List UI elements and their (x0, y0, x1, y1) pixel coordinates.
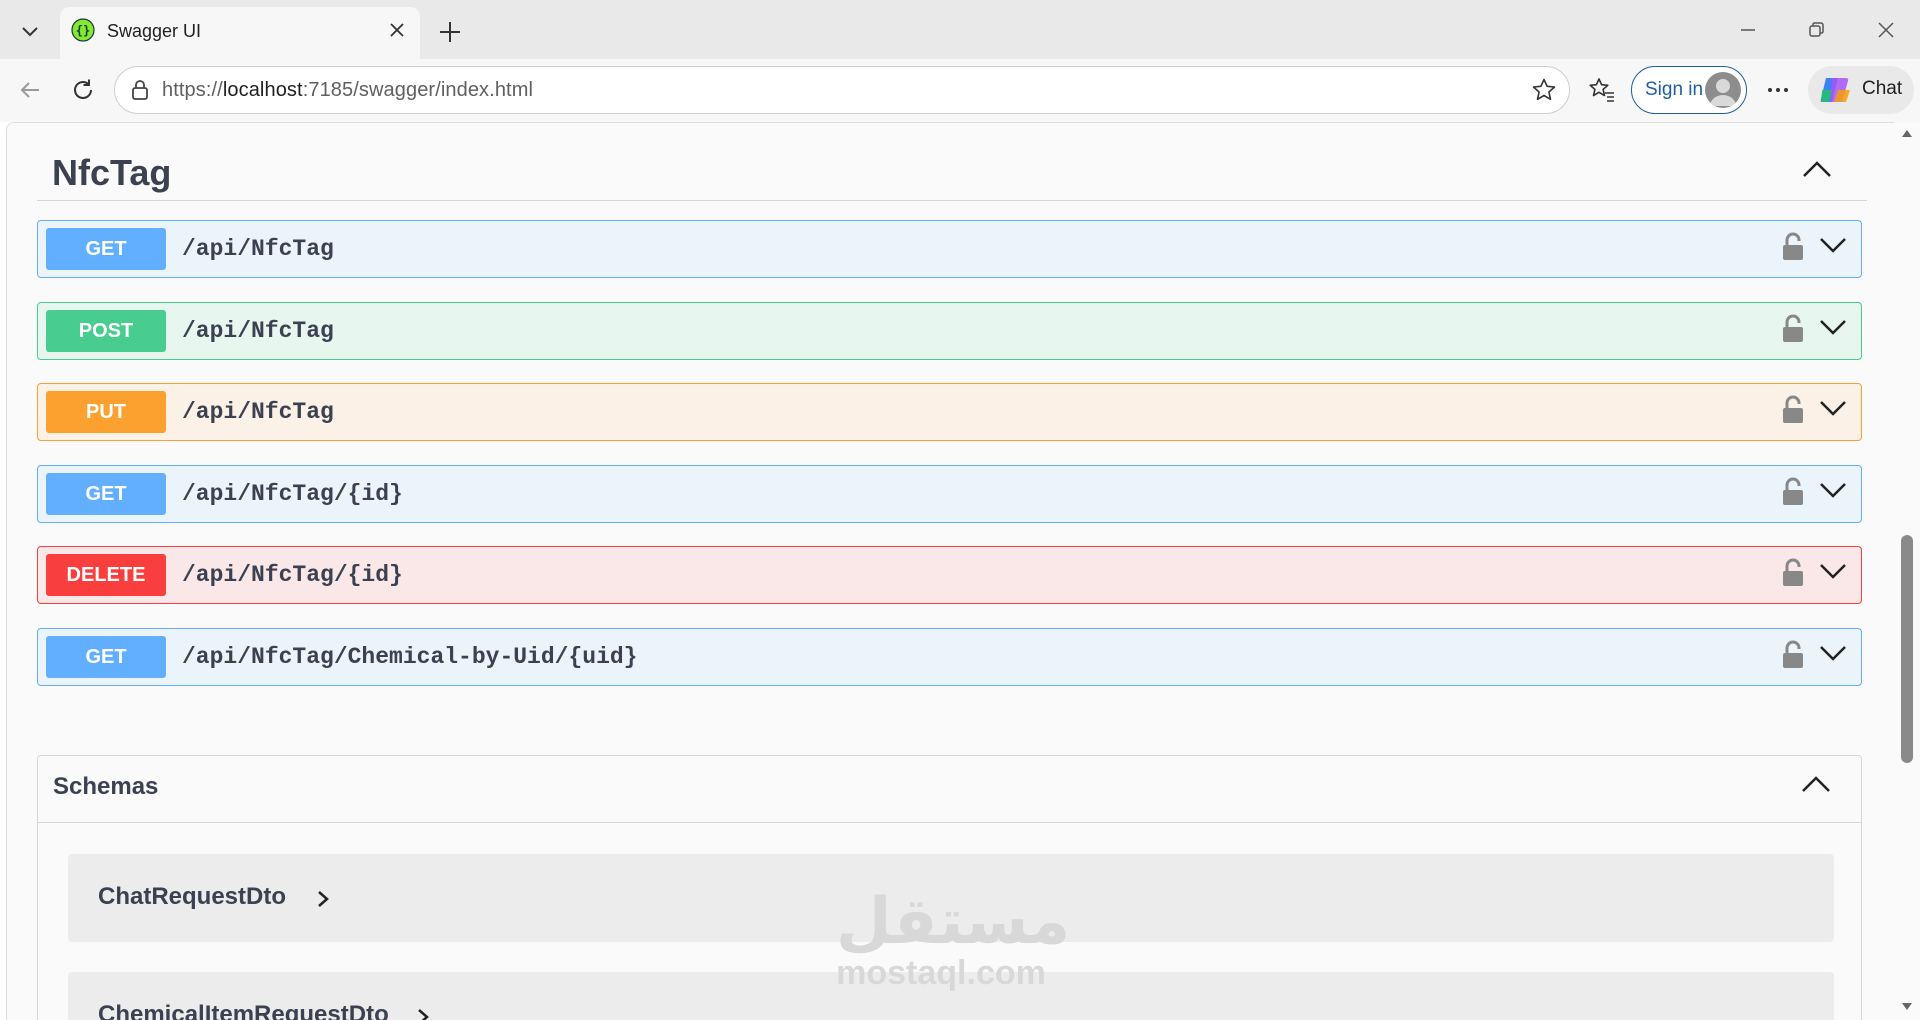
address-bar[interactable]: https://localhost:7185/swagger/index.htm… (114, 66, 1570, 114)
swagger-favicon-icon: {} (71, 18, 95, 42)
tag-section-title: NfcTag (52, 152, 172, 193)
chevron-up-icon[interactable] (1802, 159, 1832, 179)
reload-button[interactable] (63, 70, 103, 110)
avatar-icon (1705, 72, 1741, 108)
minimize-icon (1741, 29, 1755, 31)
watermark-arabic-text: مستقل (836, 885, 1071, 959)
page-scrollbar[interactable] (1894, 122, 1920, 1020)
method-badge: POST (46, 310, 166, 352)
sign-in-button[interactable]: Sign in (1631, 66, 1747, 114)
more-dots-icon (1768, 88, 1788, 92)
chat-label: Chat (1862, 78, 1903, 99)
method-badge: PUT (46, 391, 166, 433)
browser-toolbar: https://localhost:7185/swagger/index.htm… (0, 59, 1920, 122)
tag-section-header[interactable]: NfcTag (37, 143, 1867, 201)
chevron-down-icon[interactable] (1819, 643, 1847, 663)
chevron-down-icon[interactable] (1819, 235, 1847, 255)
unlocked-padlock-icon[interactable] (1781, 232, 1805, 262)
copilot-chat-button[interactable]: Chat (1808, 66, 1914, 114)
schemas-header[interactable]: Schemas (38, 756, 1861, 823)
close-tab-icon[interactable] (386, 19, 408, 41)
minimize-button[interactable] (1728, 12, 1768, 48)
tab-actions-menu-button[interactable] (8, 10, 52, 52)
copilot-icon (1820, 78, 1850, 102)
operation-path: /api/NfcTag (182, 399, 334, 425)
url-text[interactable]: https://localhost:7185/swagger/index.htm… (162, 79, 533, 102)
settings-more-button[interactable] (1758, 70, 1798, 110)
lock-icon[interactable] (129, 78, 151, 102)
unlocked-padlock-icon[interactable] (1781, 640, 1805, 670)
new-tab-button[interactable] (432, 14, 468, 50)
method-badge: DELETE (46, 554, 166, 596)
operation-path: /api/NfcTag (182, 236, 334, 262)
operation-get-nfctag-by-id[interactable]: GET /api/NfcTag/{id} (37, 465, 1862, 523)
chevron-right-icon[interactable] (416, 1007, 430, 1020)
arrow-left-icon (20, 82, 39, 98)
restore-button[interactable] (1796, 12, 1836, 48)
close-window-button[interactable] (1866, 12, 1906, 48)
chevron-down-icon (22, 27, 38, 37)
favorites-button[interactable] (1582, 70, 1622, 110)
scroll-down-arrow-icon[interactable] (1901, 1002, 1913, 1012)
operation-path: /api/NfcTag (182, 318, 334, 344)
tab-strip: {} Swagger UI (0, 0, 1920, 59)
chevron-down-icon[interactable] (1819, 561, 1847, 581)
watermark-latin-text: mostaql.com (836, 954, 1046, 992)
tab-title: Swagger UI (107, 21, 202, 41)
operation-path: /api/NfcTag/Chemical-by-Uid/{uid} (182, 644, 638, 670)
back-button[interactable] (10, 70, 50, 110)
close-icon (1878, 22, 1894, 38)
unlocked-padlock-icon[interactable] (1781, 558, 1805, 588)
reload-icon (74, 79, 92, 99)
schemas-title: Schemas (53, 773, 159, 800)
schema-model-name: ChatRequestDto (98, 883, 287, 910)
url-path: :7185/swagger/index.html (302, 79, 533, 101)
chevron-down-icon[interactable] (1819, 398, 1847, 418)
scroll-up-arrow-icon[interactable] (1901, 128, 1913, 138)
chevron-down-icon[interactable] (1819, 317, 1847, 337)
restore-icon (1809, 22, 1824, 37)
unlocked-padlock-icon[interactable] (1781, 477, 1805, 507)
schema-model-name: ChemicalItemRequestDto (98, 1001, 389, 1020)
url-host: localhost (222, 79, 303, 101)
unlocked-padlock-icon[interactable] (1781, 314, 1805, 344)
chevron-down-icon[interactable] (1819, 480, 1847, 500)
operation-path: /api/NfcTag/{id} (182, 481, 403, 507)
operation-path: /api/NfcTag/{id} (182, 562, 403, 588)
plus-icon (440, 22, 460, 42)
active-tab[interactable]: {} Swagger UI (60, 7, 420, 59)
method-badge: GET (46, 473, 166, 515)
favorite-star-icon[interactable] (1531, 77, 1557, 103)
operation-post-nfctag[interactable]: POST /api/NfcTag (37, 302, 1862, 360)
operation-get-chemical-by-uid[interactable]: GET /api/NfcTag/Chemical-by-Uid/{uid} (37, 628, 1862, 686)
chevron-up-icon[interactable] (1801, 774, 1831, 794)
scrollbar-thumb[interactable] (1901, 535, 1913, 763)
method-badge: GET (46, 636, 166, 678)
operation-get-nfctag[interactable]: GET /api/NfcTag (37, 220, 1862, 278)
svg-text:{}: {} (76, 24, 90, 38)
operation-delete-nfctag-by-id[interactable]: DELETE /api/NfcTag/{id} (37, 546, 1862, 604)
unlocked-padlock-icon[interactable] (1781, 395, 1805, 425)
operation-put-nfctag[interactable]: PUT /api/NfcTag (37, 383, 1862, 441)
watermark: مستقل mostaql.com (836, 885, 1071, 1005)
method-badge: GET (46, 228, 166, 270)
favorites-icon (1589, 78, 1614, 102)
url-scheme: https:// (162, 79, 223, 101)
chevron-right-icon[interactable] (316, 889, 330, 909)
sign-in-label: Sign in (1645, 79, 1704, 100)
